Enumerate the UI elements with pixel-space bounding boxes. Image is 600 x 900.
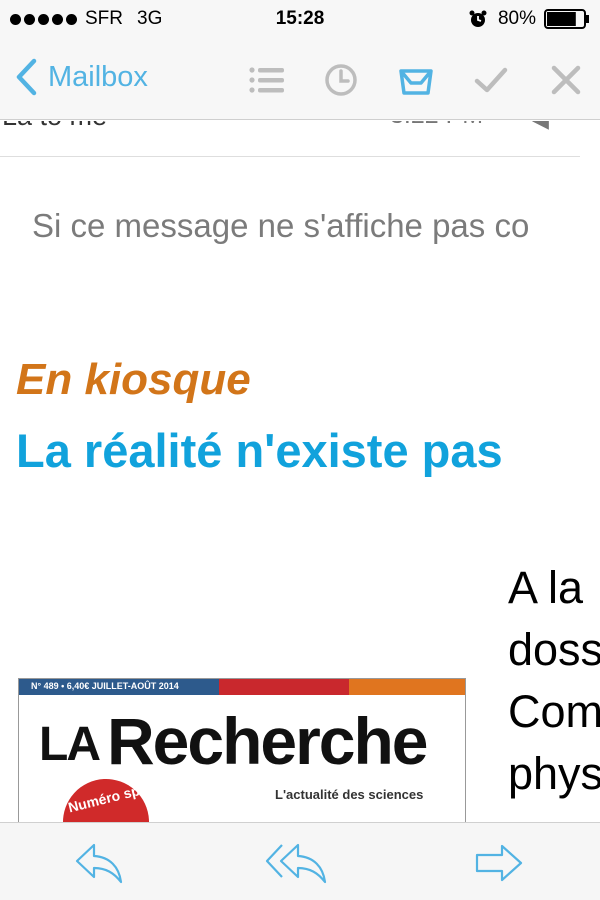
preheader-text: Si ce message ne s'affiche pas co [32, 207, 530, 244]
message-time: 3:22 PM [390, 121, 483, 130]
archive-box-icon[interactable] [397, 61, 435, 99]
bottom-toolbar [0, 822, 600, 900]
reply-all-icon[interactable] [265, 841, 329, 885]
cover-logo-prefix: LA [39, 718, 101, 771]
status-right: 80% [468, 8, 590, 30]
cover-tagline: L'actualité des sciences [275, 787, 424, 802]
text-line: Com [508, 686, 600, 737]
nav-bar: Mailbox [0, 40, 600, 120]
text-line: phys [508, 748, 600, 799]
battery-percent: 80% [497, 8, 536, 29]
chevron-left-icon [16, 58, 37, 96]
text-line: doss [508, 624, 600, 675]
cover-logo: Recherche [107, 704, 429, 778]
article-text: A la doss Com phys [508, 557, 600, 805]
section-label: En kiosque [16, 355, 251, 404]
status-bar: SFR 3G 15:28 80% [0, 0, 600, 40]
mailbox-back-button[interactable]: Mailbox [14, 58, 148, 96]
headline-link[interactable]: La réalité n'existe pas [16, 423, 503, 478]
close-icon[interactable] [547, 61, 585, 99]
reply-indicator-icon: ◀ [532, 121, 549, 133]
reply-icon[interactable] [74, 841, 124, 885]
battery-icon [544, 9, 589, 29]
clock-icon[interactable] [322, 61, 360, 99]
sender-line: La to me [2, 121, 107, 132]
forward-icon[interactable] [474, 841, 524, 885]
cover-badge-text: Numéro spécial [66, 774, 172, 816]
alarm-icon [469, 10, 487, 27]
back-label: Mailbox [48, 60, 148, 93]
check-icon[interactable] [472, 61, 510, 99]
text-line: A la [508, 562, 584, 613]
message-body[interactable]: La to me 3:22 PM ◀ Si ce message ne s'af… [0, 121, 600, 822]
list-icon[interactable] [247, 61, 285, 99]
message-meta-row: La to me 3:22 PM ◀ [0, 121, 580, 157]
cover-issue-line: N° 489 • 6,40€ JUILLET-AOÛT 2014 [31, 681, 179, 691]
magazine-cover-image[interactable]: N° 489 • 6,40€ JUILLET-AOÛT 2014 LA Rech… [18, 678, 466, 822]
